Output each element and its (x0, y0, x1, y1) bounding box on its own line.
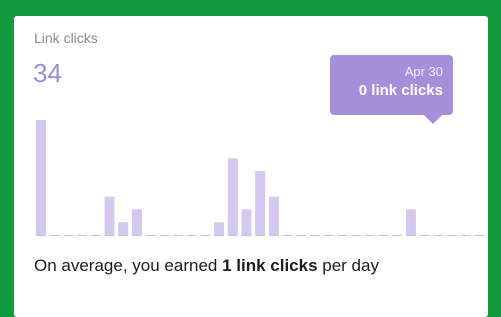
summary-suffix: per day (317, 256, 379, 275)
chart-tooltip: Apr 30 0 link clicks (330, 55, 453, 124)
chart-bar[interactable] (255, 171, 266, 235)
summary-highlight: 1 link clicks (222, 256, 318, 275)
chart-bar[interactable] (227, 158, 238, 235)
tooltip-value: 0 link clicks (358, 82, 443, 99)
chart-bar[interactable] (214, 222, 225, 235)
average-summary: On average, you earned 1 link clicks per… (34, 252, 464, 280)
chart-bar[interactable] (241, 209, 252, 235)
summary-prefix: On average, you earned (34, 256, 223, 275)
chart-bar[interactable] (36, 120, 46, 235)
chart-bar[interactable] (118, 222, 129, 235)
chart-bar[interactable] (131, 209, 142, 235)
chart-bar[interactable] (104, 196, 115, 235)
chart-bar[interactable] (405, 209, 416, 235)
daily-clicks-chart (36, 120, 485, 237)
link-clicks-card: Link clicks 34 Apr 30 0 link clicks On a… (14, 16, 488, 317)
chart-bar[interactable] (268, 196, 279, 235)
tooltip-date: Apr 30 (404, 64, 443, 79)
